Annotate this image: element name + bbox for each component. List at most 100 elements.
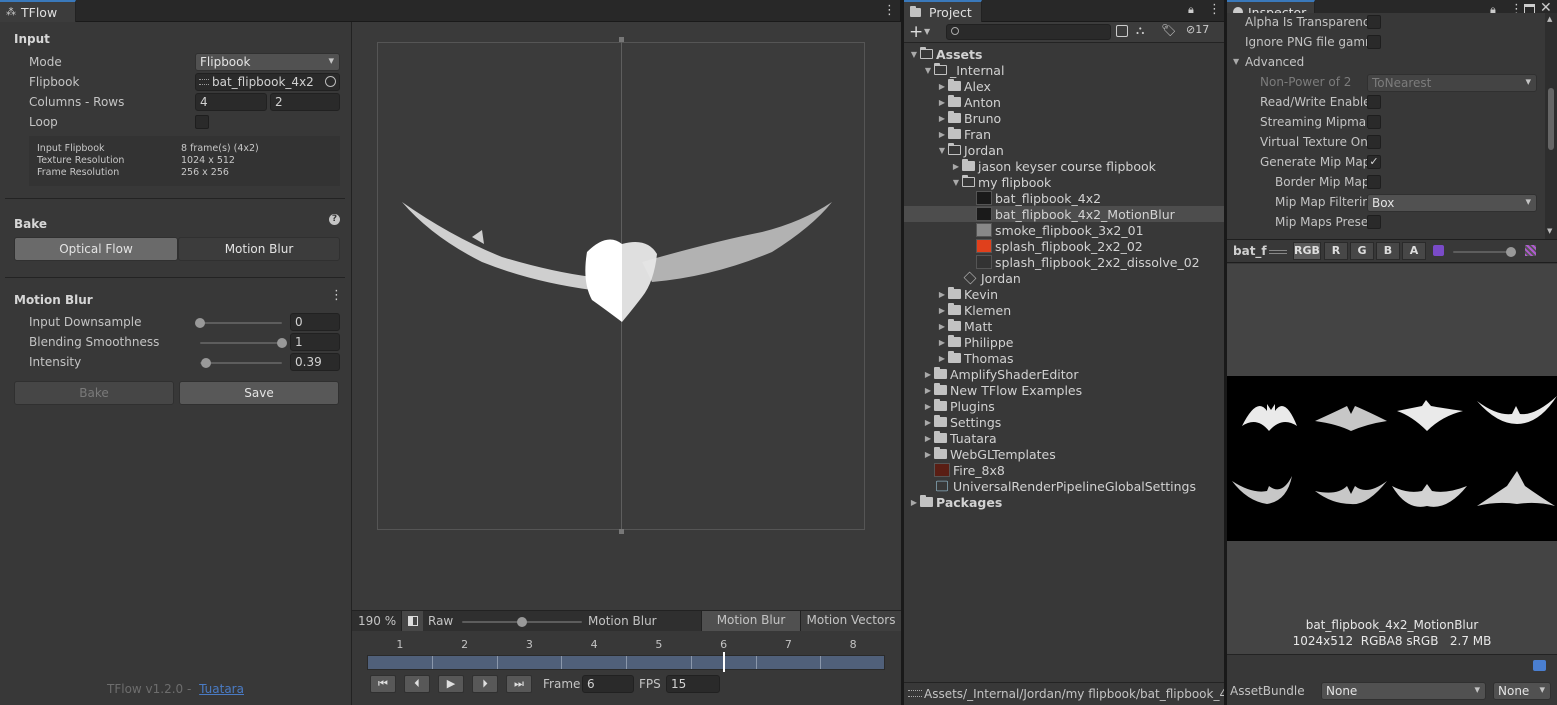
param-value-input[interactable]: 0.39 — [290, 353, 340, 371]
create-plus-icon[interactable]: + — [909, 22, 923, 42]
param-slider-knob[interactable] — [200, 358, 211, 368]
collapsed-arrow-icon[interactable]: ▶ — [922, 402, 934, 411]
project-tree-item[interactable]: smoke_flipbook_3x2_01 — [904, 222, 1224, 238]
param-slider-track[interactable] — [200, 342, 282, 344]
asset-path[interactable]: Assets/_Internal/Jordan/my flipbook/bat_… — [924, 687, 1242, 701]
project-tree-item[interactable]: ▶ Plugins — [904, 398, 1224, 414]
project-tree-item[interactable]: ▶ Klemen — [904, 302, 1224, 318]
loop-checkbox[interactable] — [195, 115, 209, 129]
collapsed-arrow-icon[interactable]: ▶ — [936, 338, 948, 347]
mode-dropdown[interactable]: Flipbook — [195, 53, 340, 71]
collapsed-arrow-icon[interactable]: ▶ — [908, 498, 920, 507]
project-tree-item[interactable]: ▶ Fran — [904, 126, 1224, 142]
assetbundle-dropdown[interactable]: None — [1321, 682, 1486, 700]
param-slider-knob[interactable] — [195, 318, 205, 328]
collapsed-arrow-icon[interactable]: ▶ — [936, 306, 948, 315]
first-frame-button[interactable]: ⏮ — [370, 675, 396, 693]
inspector-checkbox[interactable] — [1367, 15, 1381, 29]
inspector-checkbox[interactable] — [1367, 135, 1381, 149]
last-frame-button[interactable]: ⏭ — [506, 675, 532, 693]
project-tree-item[interactable]: UniversalRenderPipelineGlobalSettings — [904, 478, 1224, 494]
mip-slider-track[interactable] — [1453, 251, 1511, 253]
project-search-input[interactable] — [946, 24, 1111, 40]
split-handle[interactable] — [619, 37, 624, 42]
project-tree-item[interactable]: bat_flipbook_4x2_MotionBlur — [904, 206, 1224, 222]
foldout-arrow-icon[interactable]: ▼ — [1233, 57, 1239, 66]
prev-frame-button[interactable]: ⏴ — [404, 675, 430, 693]
inspector-scrollbar[interactable]: ▲ ▼ — [1545, 13, 1557, 239]
frame-input[interactable]: 6 — [582, 675, 634, 693]
inspector-checkbox[interactable] — [1367, 115, 1381, 129]
inspector-dropdown[interactable]: ToNearest — [1367, 74, 1537, 92]
checker-icon[interactable] — [1525, 245, 1536, 256]
section-menu-icon[interactable]: ⋮ — [330, 288, 343, 303]
assetbundle-variant-dropdown[interactable]: None — [1493, 682, 1551, 700]
zoom-level[interactable]: 190 % — [358, 614, 396, 628]
tab-optical-flow[interactable]: Optical Flow — [14, 237, 178, 261]
help-icon[interactable]: ? — [329, 214, 340, 225]
project-tree-item[interactable]: ▶ AmplifyShaderEditor — [904, 366, 1224, 382]
project-tree-item[interactable]: splash_flipbook_2x2_dissolve_02 — [904, 254, 1224, 270]
blend-slider-knob[interactable] — [517, 617, 527, 627]
bake-button[interactable]: Bake — [14, 381, 174, 405]
param-value-input[interactable]: 1 — [290, 333, 340, 351]
project-tree-item[interactable]: ▼ _Internal — [904, 62, 1224, 78]
label-tag-icon[interactable] — [1533, 660, 1546, 671]
project-tree-item[interactable]: ▶ Matt — [904, 318, 1224, 334]
collapsed-arrow-icon[interactable]: ▶ — [936, 322, 948, 331]
toggle-motion-vectors[interactable]: Motion Vectors — [800, 611, 901, 631]
channel-toggle-a[interactable]: A — [1402, 242, 1426, 260]
channel-toggle-rgb[interactable]: RGB — [1293, 242, 1321, 260]
scrollbar-thumb[interactable] — [1548, 88, 1554, 150]
panel-menu-icon[interactable]: ⋮ — [1208, 2, 1221, 17]
tag-icon[interactable]: 🏷︎ — [1161, 23, 1176, 37]
inspector-field-label[interactable]: Advanced — [1245, 55, 1445, 69]
hidden-packages-toggle[interactable]: ⊘17 — [1186, 23, 1209, 36]
tab-project[interactable]: Project — [904, 0, 982, 22]
project-tree-item[interactable]: ▶ Packages — [904, 494, 1224, 510]
timeline-playhead[interactable] — [723, 652, 726, 672]
channel-toggle-r[interactable]: R — [1324, 242, 1348, 260]
project-tree-item[interactable]: bat_flipbook_4x2 — [904, 190, 1224, 206]
save-button[interactable]: Save — [179, 381, 339, 405]
collapsed-arrow-icon[interactable]: ▶ — [936, 114, 948, 123]
collapsed-arrow-icon[interactable]: ▶ — [950, 162, 962, 171]
rows-input[interactable]: 2 — [270, 93, 340, 111]
param-slider-track[interactable] — [200, 362, 282, 364]
tab-motion-blur[interactable]: Motion Blur — [178, 237, 340, 261]
split-handle[interactable] — [619, 529, 624, 534]
project-tree-item[interactable]: ▼ Jordan — [904, 142, 1224, 158]
flipbook-viewer[interactable] — [352, 22, 901, 610]
project-tree-item[interactable]: ▼ Assets — [904, 46, 1224, 62]
channel-toggle-b[interactable]: B — [1376, 242, 1400, 260]
mip-slider-knob[interactable] — [1506, 247, 1516, 257]
search-by-type-icon[interactable] — [1116, 25, 1128, 37]
lock-icon[interactable]: 🔒︎ — [1188, 3, 1194, 17]
expanded-arrow-icon[interactable]: ▼ — [936, 146, 948, 155]
project-tree-item[interactable]: ▶ Thomas — [904, 350, 1224, 366]
fps-input[interactable]: 15 — [666, 675, 720, 693]
project-tree-item[interactable]: Jordan — [904, 270, 1224, 286]
project-tree-item[interactable]: ▶ Kevin — [904, 286, 1224, 302]
inspector-checkbox[interactable] — [1367, 35, 1381, 49]
split-view-toggle[interactable] — [401, 611, 423, 631]
toggle-motion-blur[interactable]: Motion Blur — [701, 611, 800, 631]
inspector-dropdown[interactable]: Box — [1367, 194, 1537, 212]
collapsed-arrow-icon[interactable]: ▶ — [922, 418, 934, 427]
collapsed-arrow-icon[interactable]: ▶ — [936, 130, 948, 139]
project-tree-item[interactable]: ▶ Bruno — [904, 110, 1224, 126]
inspector-checkbox[interactable] — [1367, 175, 1381, 189]
collapsed-arrow-icon[interactable]: ▶ — [936, 98, 948, 107]
expanded-arrow-icon[interactable]: ▼ — [950, 178, 962, 187]
play-button[interactable]: ▶ — [438, 675, 464, 693]
param-slider-knob[interactable] — [277, 338, 287, 348]
expanded-arrow-icon[interactable]: ▼ — [908, 50, 920, 59]
project-tree-item[interactable]: ▶ Philippe — [904, 334, 1224, 350]
inspector-checkbox[interactable] — [1367, 95, 1381, 109]
collapsed-arrow-icon[interactable]: ▶ — [922, 386, 934, 395]
inspector-checkbox[interactable] — [1367, 215, 1381, 229]
tflow-menu-icon[interactable]: ⋮ — [883, 3, 896, 18]
expanded-arrow-icon[interactable]: ▼ — [922, 66, 934, 75]
project-tree-item[interactable]: ▶ New TFlow Examples — [904, 382, 1224, 398]
project-tree-item[interactable]: ▼ my flipbook — [904, 174, 1224, 190]
